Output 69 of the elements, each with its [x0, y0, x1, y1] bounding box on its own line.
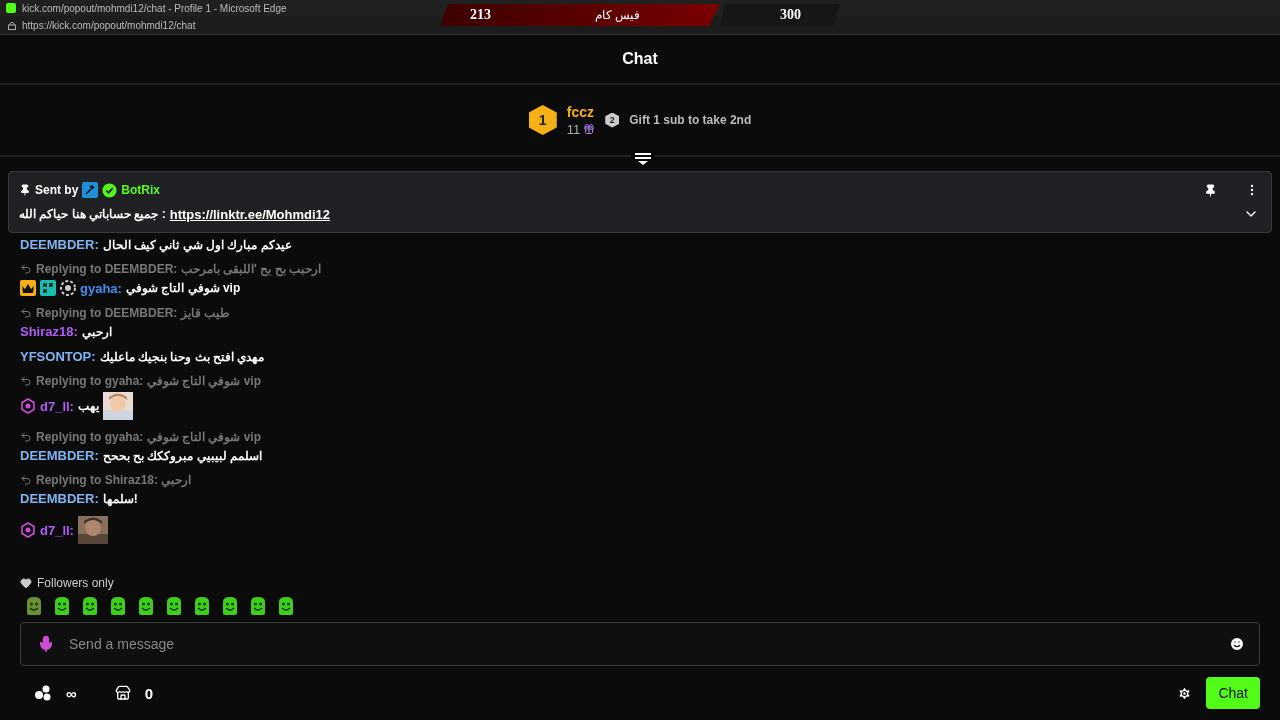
- chat-message: ارحبي: [81, 324, 112, 339]
- emote-icon[interactable]: [136, 596, 156, 616]
- pin-icon: [19, 184, 31, 196]
- emote-icon[interactable]: [164, 596, 184, 616]
- chat-username[interactable]: d7_ll:: [40, 398, 74, 414]
- store-count: 0: [144, 684, 154, 702]
- subscriber-badge-icon: [20, 398, 36, 414]
- chat-message: عيدكم مبارك اول شي ثاني كيف الحال: [102, 237, 292, 252]
- site-logo-icon: [6, 3, 16, 13]
- reply-icon: [20, 263, 32, 275]
- points-count: ∞: [66, 684, 77, 702]
- chat-message: مهدي افتح بث وحنا بنجيك ماعليك: [99, 349, 265, 364]
- emote-icon[interactable]: [192, 596, 212, 616]
- window-title: kick.com/popout/mohmdi12/chat - Profile 1 - Microsoft Edge: [22, 2, 287, 14]
- chat-username[interactable]: DEEMBDER:: [20, 448, 99, 463]
- emote-icon[interactable]: [80, 596, 100, 616]
- score-label: فيس كام: [594, 8, 640, 22]
- emote-icon[interactable]: [220, 596, 240, 616]
- message-field[interactable]: Send a message: [67, 635, 1217, 653]
- reply-icon: [20, 474, 32, 486]
- right-score: 300: [780, 7, 801, 23]
- microphone-icon[interactable]: [37, 635, 55, 653]
- chat-username[interactable]: YFSONTOP:: [20, 349, 96, 364]
- reply-icon: [20, 307, 32, 319]
- chat-message: يهب: [77, 399, 99, 413]
- chat-message: سلمها!: [102, 491, 138, 506]
- rank-badge: 1: [528, 105, 557, 135]
- pin-icon[interactable]: [1204, 183, 1217, 197]
- next-rank-badge: 2: [605, 112, 620, 128]
- crown-badge-icon: [20, 280, 36, 296]
- hammer-badge-icon: [82, 182, 99, 198]
- store-icon[interactable]: [114, 685, 131, 701]
- chat-username[interactable]: Shiraz18:: [20, 324, 78, 339]
- leader-name[interactable]: fccz: [566, 103, 596, 120]
- reply-icon: [20, 431, 32, 443]
- sender-name[interactable]: BotRix: [121, 183, 160, 197]
- reply-icon: [20, 375, 32, 387]
- emoji-icon[interactable]: [1229, 636, 1245, 652]
- lock-icon: [8, 20, 16, 30]
- pinned-link[interactable]: https://linktr.ee/Mohmdi12: [169, 206, 331, 222]
- chat-username[interactable]: DEEMBDER:: [20, 491, 99, 506]
- gift-hint: Gift 1 sub to take 2nd: [629, 113, 752, 127]
- chat-username[interactable]: d7_ll:: [40, 522, 74, 538]
- subscriber-badge-icon: [20, 522, 36, 538]
- address-bar[interactable]: https://kick.com/popout/mohmdi12/chat: [22, 19, 196, 31]
- verified-badge-icon: [102, 182, 118, 198]
- chat-button[interactable]: Chat: [1206, 677, 1260, 709]
- pinned-text: جميع حساباتي هنا حياكم الله :: [19, 207, 166, 221]
- chat-username[interactable]: gyaha:: [80, 280, 122, 296]
- emote-icon[interactable]: [276, 596, 296, 616]
- heart-icon: [20, 577, 32, 589]
- sent-by-label: Sent by: [35, 183, 79, 197]
- emote-icon[interactable]: [248, 596, 268, 616]
- settings-icon[interactable]: [1177, 685, 1193, 701]
- gift-count: 11: [566, 121, 581, 137]
- gear-badge-icon: [60, 280, 76, 296]
- chat-message: اسلمم لبيبيي مبروككك بح بححح: [102, 448, 263, 463]
- chat-message: شوفي التاج شوفي vip: [125, 281, 241, 295]
- gift-icon: [583, 123, 596, 135]
- emote-icon[interactable]: [108, 596, 128, 616]
- left-score: 213: [470, 7, 491, 23]
- chat-title: Chat: [622, 50, 658, 68]
- points-icon[interactable]: [34, 685, 52, 701]
- message-bar[interactable]: Send a message: [20, 622, 1260, 666]
- emote-icon[interactable]: [24, 596, 44, 616]
- chat-username[interactable]: DEEMBDER:: [20, 237, 99, 252]
- emote-icon[interactable]: [52, 596, 72, 616]
- og-badge-icon: [40, 280, 56, 296]
- followers-only-label: Followers only: [37, 576, 114, 590]
